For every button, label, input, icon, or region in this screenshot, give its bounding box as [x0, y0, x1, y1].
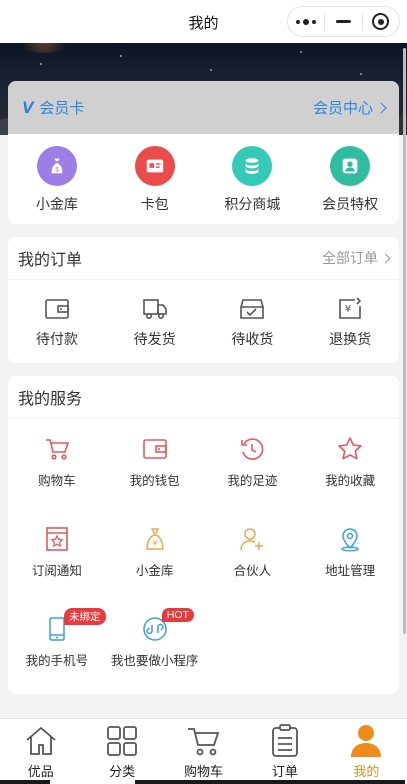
order-returns[interactable]: ¥ 退换货: [301, 297, 399, 349]
box-icon: [240, 299, 265, 319]
services-title: 我的服务: [18, 391, 83, 408]
vip-item-privileges[interactable]: 会员特权: [301, 146, 399, 214]
member-card-title: 会员卡: [39, 100, 85, 117]
wallet-icon: [142, 439, 167, 459]
home-icon: [26, 726, 56, 755]
close-miniprogram-button[interactable]: [363, 7, 399, 36]
bottom-tab-bar: 优品 分类 购物车 订单 我的: [0, 718, 407, 784]
order-pending-receipt[interactable]: 待收货: [204, 297, 302, 349]
bottom-edge-strip: [0, 780, 50, 784]
scrollbar[interactable]: [403, 48, 406, 634]
service-favorites[interactable]: 我的收藏: [301, 436, 399, 526]
all-orders-link[interactable]: 全部订单: [322, 248, 391, 268]
tab-orders[interactable]: 订单: [244, 719, 325, 784]
minus-icon: [335, 20, 351, 23]
wallet-icon: [45, 299, 69, 319]
more-button[interactable]: [288, 7, 324, 36]
location-icon: [341, 528, 359, 552]
vip-item-points-mall[interactable]: 积分商城: [204, 146, 302, 214]
member-card: V 会员卡 会员中心 $ 小金库 卡包 积分商城 会员特权: [8, 81, 399, 224]
minimize-button[interactable]: [325, 7, 361, 36]
chevron-right-icon: [380, 253, 391, 263]
user-icon: [351, 725, 382, 757]
refund-icon: ¥: [339, 297, 362, 319]
service-treasury[interactable]: ¥ 小金库: [106, 526, 204, 616]
star-icon: [338, 437, 362, 460]
target-icon: [372, 13, 390, 30]
database-icon: [232, 146, 273, 186]
money-bag-icon: ¥: [145, 528, 164, 550]
vip-item-card-wallet[interactable]: 卡包: [106, 146, 204, 214]
member-card-header: V 会员卡 会员中心: [8, 81, 399, 134]
services-section: 我的服务 购物车 我的钱包 我的足迹 我的收藏 订阅通知 ¥ 小金库 合伙人 地…: [8, 376, 399, 694]
service-phone[interactable]: 未绑定 我的手机号: [8, 608, 106, 706]
partner-icon: [240, 528, 264, 551]
more-dots-icon: [296, 18, 317, 25]
service-wallet[interactable]: 我的钱包: [106, 436, 204, 526]
order-pending-payment[interactable]: 待付款: [8, 297, 106, 349]
tab-category[interactable]: 分类: [81, 719, 162, 784]
orders-title: 我的订单: [18, 252, 83, 269]
clipboard-icon: [272, 724, 298, 757]
order-pending-shipment[interactable]: 待发货: [106, 297, 204, 349]
user-badge-icon: [330, 146, 371, 186]
history-icon: [241, 438, 264, 460]
capsule-menu: [287, 6, 400, 37]
service-partner[interactable]: 合伙人: [204, 526, 302, 616]
service-address[interactable]: 地址管理: [301, 526, 399, 616]
chevron-right-icon: [375, 101, 387, 114]
service-cart[interactable]: 购物车: [8, 436, 106, 526]
top-navigation-bar: 我的: [0, 0, 407, 43]
bottom-edge-strip: [135, 780, 405, 784]
tab-mine[interactable]: 我的: [326, 719, 407, 784]
subscribe-icon: [46, 527, 68, 551]
svg-text:¥: ¥: [345, 304, 351, 315]
svg-text:¥: ¥: [152, 539, 157, 548]
svg-text:$: $: [55, 167, 59, 174]
vip-logo-icon: V: [22, 97, 34, 117]
hot-badge: HOT: [161, 608, 194, 622]
tab-home[interactable]: 优品: [0, 719, 81, 784]
unbound-badge: 未绑定: [64, 608, 106, 625]
orders-section: 我的订单 全部订单 待付款 待发货 待收货 ¥ 退换货: [8, 237, 399, 363]
money-bag-icon: $: [36, 146, 77, 186]
service-subscribe[interactable]: 订阅通知: [8, 526, 106, 616]
member-center-link[interactable]: 会员中心: [313, 97, 387, 118]
cart-icon: [187, 728, 219, 756]
card-icon: [134, 146, 175, 186]
service-history[interactable]: 我的足迹: [204, 436, 302, 526]
grid-icon: [107, 726, 138, 756]
vip-item-treasury[interactable]: $ 小金库: [8, 146, 106, 214]
truck-icon: [142, 299, 167, 319]
service-create-miniprogram[interactable]: HOT 我也要做小程序: [106, 608, 204, 706]
tab-cart[interactable]: 购物车: [163, 719, 244, 784]
cart-icon: [45, 439, 69, 460]
